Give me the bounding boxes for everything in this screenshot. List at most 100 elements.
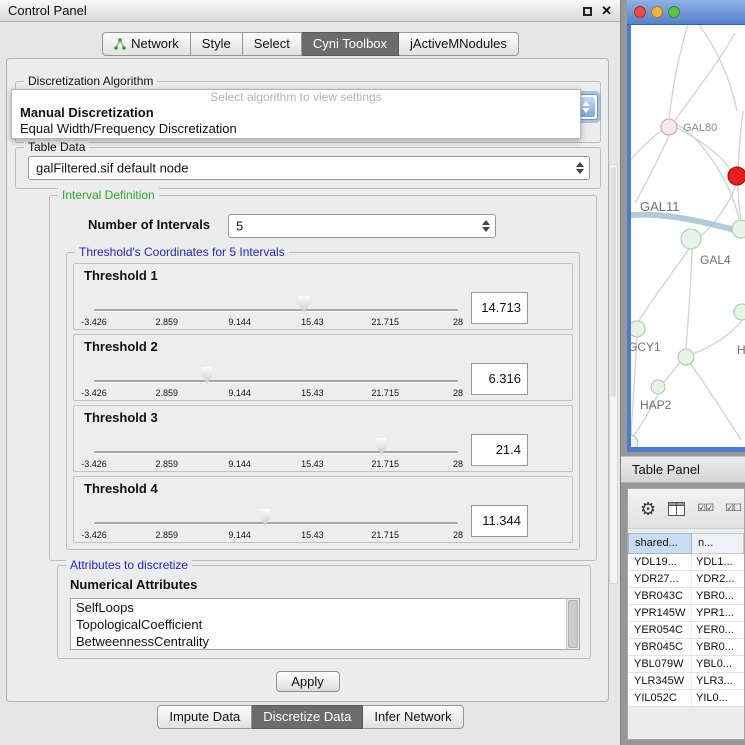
table-toolbar: ⚙ ☑☑ ☑☐ xyxy=(628,489,744,529)
cell[interactable]: YLR345W xyxy=(628,673,692,689)
cell[interactable]: YDR2... xyxy=(692,571,744,587)
network-node-highlighted[interactable] xyxy=(728,167,745,185)
network-node-gal4[interactable] xyxy=(681,229,701,249)
scale-label: -3.426 xyxy=(81,459,107,469)
table-row[interactable]: YLR345WYLR3... xyxy=(628,673,744,690)
slider-track[interactable] xyxy=(94,522,458,525)
tab-select[interactable]: Select xyxy=(243,32,302,56)
tab-style[interactable]: Style xyxy=(191,32,243,56)
threshold-value-field[interactable]: 11.344 xyxy=(471,505,528,537)
table-row[interactable]: YIL052CYIL0... xyxy=(628,690,744,707)
cell[interactable]: YPR1... xyxy=(692,605,744,621)
numerical-attributes-label: Numerical Attributes xyxy=(70,577,197,592)
close-traffic-light-icon[interactable] xyxy=(634,6,646,18)
network-node[interactable] xyxy=(631,435,638,447)
panel-scrollbar[interactable] xyxy=(609,164,618,584)
table-row[interactable]: YDR27...YDR2... xyxy=(628,571,744,588)
table-header-row: shared... n... xyxy=(628,533,744,554)
list-item[interactable]: TopologicalCoefficient xyxy=(71,616,579,633)
tab-impute-data[interactable]: Impute Data xyxy=(157,705,252,729)
zoom-traffic-light-icon[interactable] xyxy=(668,6,680,18)
combobox-arrows-icon[interactable] xyxy=(576,162,584,174)
scale-label: 9.144 xyxy=(228,388,251,398)
tab-network[interactable]: Network xyxy=(102,32,191,56)
column-header-name[interactable]: n... xyxy=(692,533,744,554)
thresholds-group-title: Threshold's Coordinates for 5 Intervals xyxy=(75,245,289,259)
cell[interactable]: YBL0... xyxy=(692,656,744,672)
cell[interactable]: YPR145W xyxy=(628,605,692,621)
column-header-shared[interactable]: shared... xyxy=(628,533,692,554)
scrollbar-thumb[interactable] xyxy=(568,600,578,648)
scale-label: 9.144 xyxy=(228,530,251,540)
gear-icon[interactable]: ⚙ xyxy=(640,500,656,518)
cell[interactable]: YIL052C xyxy=(628,690,692,706)
network-node-gal80[interactable] xyxy=(661,119,677,135)
close-icon[interactable]: ✕ xyxy=(601,0,612,22)
cell[interactable]: YER0... xyxy=(692,622,744,638)
threshold-value-field[interactable]: 6.316 xyxy=(471,363,528,395)
threshold-value-field[interactable]: 21.4 xyxy=(471,434,528,466)
number-of-intervals-label: Number of Intervals xyxy=(88,217,210,232)
scale-label: 21.715 xyxy=(371,388,399,398)
table-row[interactable]: YPR145WYPR1... xyxy=(628,605,744,622)
table-row[interactable]: YBR045CYBR0... xyxy=(628,639,744,656)
apply-button[interactable]: Apply xyxy=(276,671,340,692)
slider-track[interactable] xyxy=(94,380,458,383)
interval-definition-group-title: Interval Definition xyxy=(58,188,159,202)
table-panel-window: ⚙ ☑☑ ☑☐ shared... n... YDL19...YDL1... Y… xyxy=(627,488,745,740)
float-window-icon[interactable] xyxy=(583,7,592,16)
scale-label: 21.715 xyxy=(371,459,399,469)
threshold-slider[interactable] xyxy=(94,294,458,314)
tab-jactivemnodules[interactable]: jActiveMNodules xyxy=(399,32,519,56)
cell[interactable]: YLR3... xyxy=(692,673,744,689)
threshold-2-row: Threshold 2 -3.426 2.859 9.144 15.43 21.… xyxy=(73,334,573,401)
table-data-combobox[interactable]: galFiltered.sif default node xyxy=(28,156,590,180)
cell[interactable]: YIL0... xyxy=(692,690,744,706)
table-row[interactable]: YER054CYER0... xyxy=(628,622,744,639)
network-canvas[interactable]: GAL80 GAL11 GAL4 GCY1 HAP2 H xyxy=(631,25,745,447)
threshold-slider[interactable] xyxy=(94,365,458,385)
cell[interactable]: YBR043C xyxy=(628,588,692,604)
cell[interactable]: YBR0... xyxy=(692,588,744,604)
network-node[interactable] xyxy=(732,220,745,238)
menu-item-equal-width-frequency[interactable]: Equal Width/Frequency Discretization xyxy=(12,121,580,137)
node-label-gal11: GAL11 xyxy=(640,199,680,214)
slider-track[interactable] xyxy=(94,309,458,312)
minimize-traffic-light-icon[interactable] xyxy=(651,6,663,18)
list-scrollbar[interactable] xyxy=(566,599,579,649)
table-row[interactable]: YBL079WYBL0... xyxy=(628,656,744,673)
table-row[interactable]: YDL19...YDL1... xyxy=(628,554,744,571)
menu-item-manual-discretization[interactable]: Manual Discretization xyxy=(12,105,580,121)
cell[interactable]: YBR045C xyxy=(628,639,692,655)
cell[interactable]: YDR27... xyxy=(628,571,692,587)
scrollbar-thumb[interactable] xyxy=(611,167,616,397)
cell[interactable]: YBL079W xyxy=(628,656,692,672)
network-node[interactable] xyxy=(734,304,745,320)
number-of-intervals-combobox[interactable]: 5 xyxy=(228,214,496,238)
cell[interactable]: YBR0... xyxy=(692,639,744,655)
combobox-arrows-icon[interactable] xyxy=(482,220,490,232)
network-window-titlebar xyxy=(627,0,745,25)
columns-icon[interactable] xyxy=(668,502,685,516)
select-rows-icon[interactable]: ☑☐ xyxy=(725,503,741,514)
algorithm-dropdown-popup: Select algorithm to view settings Manual… xyxy=(11,89,581,139)
cell[interactable]: YDL19... xyxy=(628,554,692,570)
cell[interactable]: YDL1... xyxy=(692,554,744,570)
threshold-value-field[interactable]: 14.713 xyxy=(471,292,528,324)
tab-discretize-data[interactable]: Discretize Data xyxy=(252,705,363,729)
tab-infer-network[interactable]: Infer Network xyxy=(363,705,463,729)
network-node[interactable] xyxy=(678,349,694,365)
threshold-slider[interactable] xyxy=(94,507,458,527)
select-columns-icon[interactable]: ☑☑ xyxy=(697,503,713,514)
network-node-hap2[interactable] xyxy=(651,380,665,394)
tab-cyni-toolbox[interactable]: Cyni Toolbox xyxy=(302,32,399,56)
network-node-gcy1[interactable] xyxy=(631,321,645,337)
slider-track[interactable] xyxy=(94,451,458,454)
table-row[interactable]: YBR043CYBR0... xyxy=(628,588,744,605)
threshold-slider[interactable] xyxy=(94,436,458,456)
list-item[interactable]: SelfLoops xyxy=(71,599,579,616)
scale-label: 28 xyxy=(453,317,463,327)
table-body: YDL19...YDL1... YDR27...YDR2... YBR043CY… xyxy=(628,554,744,707)
list-item[interactable]: BetweennessCentrality xyxy=(71,633,579,650)
cell[interactable]: YER054C xyxy=(628,622,692,638)
